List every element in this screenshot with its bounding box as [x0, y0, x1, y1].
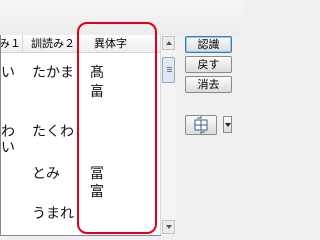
- grid-swap-icon: [194, 116, 208, 134]
- scroll-thumb[interactable]: [162, 57, 175, 83]
- delete-button[interactable]: 消去: [185, 76, 232, 93]
- column-header-reading-1[interactable]: み１: [1, 35, 23, 52]
- back-button[interactable]: 戻す: [185, 56, 232, 73]
- table-cell: うまれ: [32, 206, 74, 222]
- chevron-down-icon: [166, 225, 172, 229]
- scroll-down-button[interactable]: [162, 220, 175, 234]
- table-cell: い: [1, 140, 15, 156]
- table-cell: い: [1, 65, 15, 81]
- table-cell: とみ: [32, 166, 60, 182]
- highlight-annotation: [77, 22, 157, 234]
- chevron-down-icon: [225, 123, 231, 127]
- grid-swap-button[interactable]: [185, 115, 217, 135]
- tool-dropdown-button[interactable]: [223, 116, 232, 133]
- scroll-up-button[interactable]: [162, 36, 175, 50]
- table-cell: たくわ: [32, 124, 74, 140]
- table-cell: わ: [1, 124, 15, 140]
- column-header-reading-2[interactable]: 訓読み２: [24, 35, 79, 52]
- vertical-scrollbar[interactable]: [160, 35, 176, 235]
- recognize-button[interactable]: 認識: [185, 36, 232, 53]
- table-cell: たかま: [32, 65, 74, 81]
- chevron-up-icon: [166, 41, 172, 45]
